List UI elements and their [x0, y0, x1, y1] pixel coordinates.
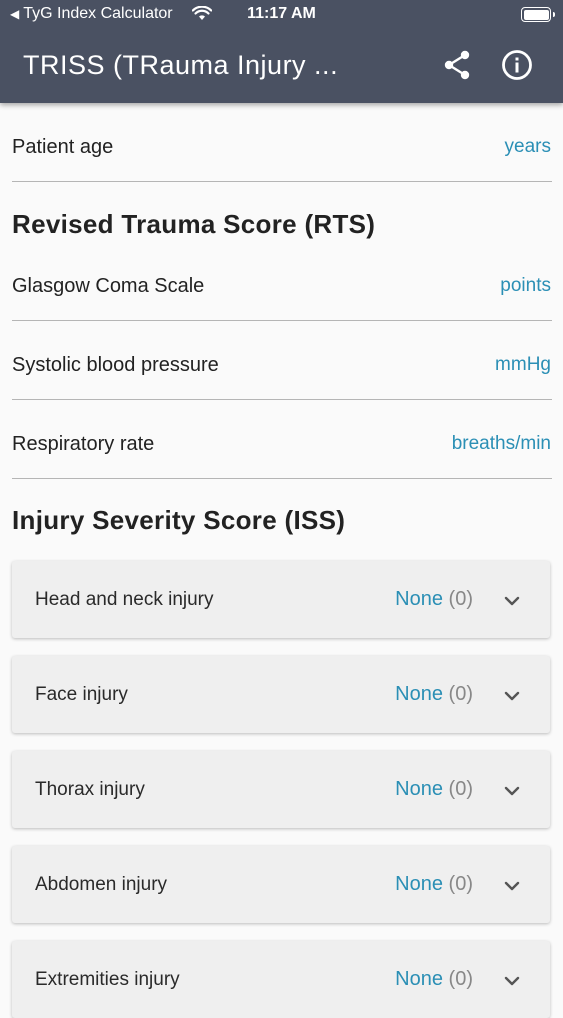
face-injury-select[interactable]: Face injury None (0)	[12, 656, 550, 733]
field-unit: points	[500, 275, 551, 296]
rts-section-title: Revised Trauma Score (RTS)	[12, 209, 376, 239]
abdomen-injury-select[interactable]: Abdomen injury None (0)	[12, 846, 550, 923]
info-icon[interactable]	[501, 49, 533, 81]
injury-value: None (0)	[395, 778, 473, 800]
app-header: ◀ TyG Index Calculator 11:17 AM TRISS (T…	[0, 0, 563, 103]
injury-value: None (0)	[395, 588, 473, 610]
injury-label: Face injury	[35, 684, 128, 705]
status-time: 11:17 AM	[247, 5, 316, 22]
chevron-down-icon	[504, 786, 520, 796]
injury-label: Abdomen injury	[35, 874, 168, 895]
chevron-down-icon	[504, 596, 520, 606]
field-unit: breaths/min	[451, 433, 551, 454]
status-bar: ◀ TyG Index Calculator 11:17 AM	[0, 0, 563, 30]
share-icon[interactable]	[441, 49, 473, 81]
chevron-down-icon	[504, 881, 520, 891]
iss-section-title: Injury Severity Score (ISS)	[12, 505, 346, 535]
injury-value: None (0)	[395, 683, 473, 705]
injury-value: None (0)	[395, 968, 473, 990]
page-title: TRISS (TRauma Injury ...	[23, 50, 339, 80]
field-label: Respiratory rate	[12, 433, 155, 455]
injury-value: None (0)	[395, 873, 473, 895]
field-unit: mmHg	[495, 354, 551, 375]
injury-label: Extremities injury	[35, 969, 180, 990]
field-label: Patient age	[12, 136, 114, 158]
battery-icon	[521, 7, 555, 22]
injury-label: Head and neck injury	[35, 589, 214, 610]
thorax-injury-select[interactable]: Thorax injury None (0)	[12, 751, 550, 828]
respiratory-rate-field[interactable]: Respiratory rate breaths/min	[12, 400, 552, 479]
systolic-bp-field[interactable]: Systolic blood pressure mmHg	[12, 321, 552, 400]
field-label: Systolic blood pressure	[12, 354, 219, 376]
glasgow-coma-scale-field[interactable]: Glasgow Coma Scale points	[12, 242, 552, 321]
extremities-injury-select[interactable]: Extremities injury None (0)	[12, 941, 550, 1018]
field-label: Glasgow Coma Scale	[12, 275, 205, 297]
head-neck-injury-select[interactable]: Head and neck injury None (0)	[12, 561, 550, 638]
patient-age-field[interactable]: Patient age years	[12, 103, 552, 182]
injury-label: Thorax injury	[35, 779, 145, 800]
chevron-down-icon	[504, 691, 520, 701]
field-unit: years	[504, 136, 551, 157]
chevron-down-icon	[504, 976, 520, 986]
